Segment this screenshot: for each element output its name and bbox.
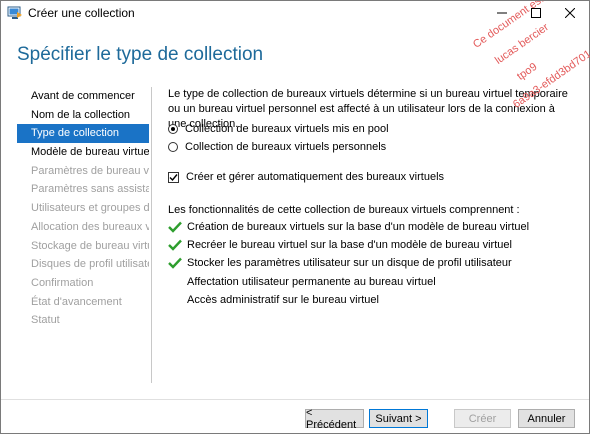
nav-item-nom-collection[interactable]: Nom de la collection (17, 106, 149, 125)
green-check-icon (168, 257, 182, 269)
nav-item-disques-profil: Disques de profil utilisateur (31, 258, 149, 271)
server-manager-icon (7, 6, 22, 19)
wizard-nav: Avant de commencer Nom de la collection … (17, 87, 149, 330)
auto-create-option[interactable]: Créer et gérer automatiquement des burea… (168, 171, 444, 183)
nav-item-avant-de-commencer[interactable]: Avant de commencer (17, 87, 149, 106)
features-intro: Les fonctionnalités de cette collection … (168, 204, 520, 216)
radio-personal[interactable] (168, 142, 178, 152)
wizard-window: Créer une collection Spécifier le type d… (0, 0, 590, 434)
maximize-button[interactable] (519, 1, 553, 25)
window-title: Créer une collection (28, 6, 135, 20)
green-check-icon (168, 221, 182, 233)
feature-item: Stocker les paramètres utilisateur sur u… (168, 257, 512, 269)
nav-item-utilisateurs-groupes: Utilisateurs et groupes d'... (31, 202, 149, 215)
feature-label: Recréer le bureau virtuel sur la base d'… (187, 239, 512, 251)
feature-item: Recréer le bureau virtuel sur la base d'… (168, 239, 512, 251)
nav-item-statut: Statut (31, 314, 60, 327)
option-personal-label: Collection de bureaux virtuels personnel… (185, 141, 387, 153)
checkmark-icon (169, 173, 178, 181)
watermark-line: lucas bercier (493, 21, 551, 67)
nav-item-modele-bureau[interactable]: Modèle de bureau virtuel (17, 143, 149, 162)
maximize-icon (531, 8, 541, 18)
option-pool-label: Collection de bureaux virtuels mis en po… (185, 123, 389, 135)
nav-item-type-collection[interactable]: Type de collection (17, 124, 149, 144)
auto-create-label: Créer et gérer automatiquement des burea… (186, 171, 445, 183)
create-button: Créer (454, 409, 511, 428)
nav-item-stockage-bureau: Stockage de bureau virtuel (31, 239, 149, 252)
auto-create-checkbox[interactable] (168, 171, 179, 183)
feature-item: Affectation utilisateur permanente au bu… (168, 276, 436, 288)
cancel-button[interactable]: Annuler (518, 409, 575, 428)
page-title: Spécifier le type de collection (17, 44, 264, 65)
minimize-icon (497, 12, 507, 14)
content-pane: Le type de collection de bureaux virtuel… (168, 87, 573, 306)
green-check-icon (168, 239, 182, 251)
nav-item-parametres-bureau: Paramètres de bureau virt... (31, 164, 149, 177)
option-personal[interactable]: Collection de bureaux virtuels personnel… (168, 141, 386, 153)
close-button[interactable] (553, 1, 587, 25)
nav-divider (151, 87, 152, 383)
feature-label: Stocker les paramètres utilisateur sur u… (187, 257, 512, 269)
nav-item-confirmation: Confirmation (31, 276, 94, 289)
watermark-line: tpo9 (515, 60, 540, 83)
nav-item-parametres-sans-assistance: Paramètres sans assistance (31, 183, 149, 196)
feature-item: Accès administratif sur le bureau virtue… (168, 294, 379, 306)
previous-button[interactable]: < Précédent (305, 407, 364, 431)
radio-pool[interactable] (168, 124, 178, 134)
option-pool[interactable]: Collection de bureaux virtuels mis en po… (168, 123, 389, 135)
next-button[interactable]: Suivant > (369, 409, 428, 428)
feature-label: Accès administratif sur le bureau virtue… (187, 294, 379, 306)
nav-item-allocation-bureaux: Allocation des bureaux vir... (31, 220, 149, 233)
close-icon (565, 8, 575, 18)
nav-item-etat-avancement: État d'avancement (31, 295, 122, 308)
footer-divider (1, 399, 589, 400)
title-bar[interactable]: Créer une collection (1, 1, 589, 25)
minimize-button[interactable] (485, 1, 519, 25)
feature-label: Création de bureaux virtuels sur la base… (187, 221, 530, 233)
feature-label: Affectation utilisateur permanente au bu… (187, 276, 436, 288)
feature-item: Création de bureaux virtuels sur la base… (168, 221, 529, 233)
